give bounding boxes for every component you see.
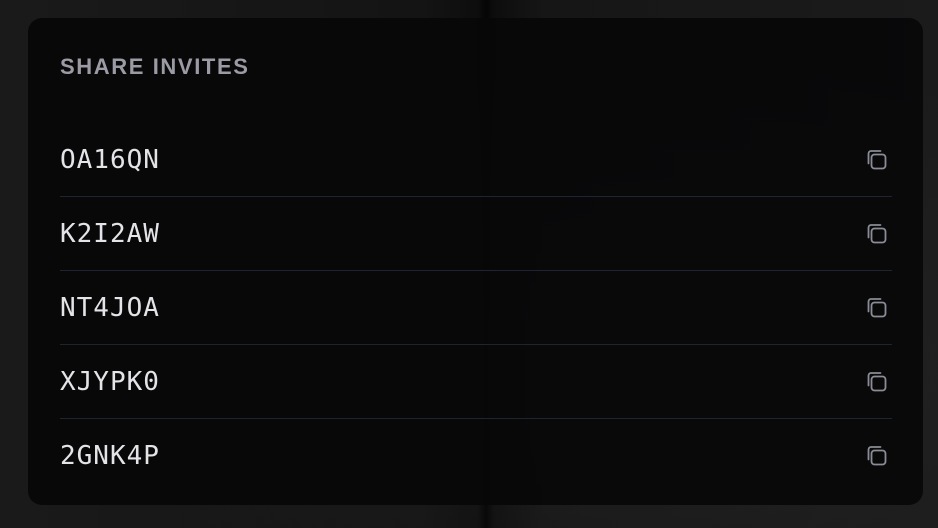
invite-code: XJYPK0 — [60, 366, 160, 397]
copy-invite-button[interactable] — [860, 291, 894, 325]
copy-icon — [867, 446, 887, 466]
invite-row: 2GNK4P — [60, 419, 892, 493]
invite-row: K2I2AW — [60, 197, 892, 271]
copy-icon — [867, 223, 887, 243]
copy-invite-button[interactable] — [860, 217, 894, 251]
copy-invite-button[interactable] — [860, 365, 894, 399]
copy-icon — [867, 371, 887, 391]
invite-row: NT4JOA — [60, 271, 892, 345]
copy-invite-button[interactable] — [860, 143, 894, 177]
invite-list: OA16QN K2I2AW NT4JOA XJYPK0 2GNK4P — [60, 123, 892, 493]
copy-icon — [867, 149, 887, 169]
invite-row: XJYPK0 — [60, 345, 892, 419]
invite-row: OA16QN — [60, 123, 892, 197]
invite-code: NT4JOA — [60, 292, 160, 323]
invite-code: 2GNK4P — [60, 441, 160, 471]
invite-code: OA16QN — [60, 144, 160, 175]
panel-title: SHARE INVITES — [60, 54, 250, 79]
copy-icon — [867, 297, 887, 317]
copy-invite-button[interactable] — [860, 439, 894, 473]
invite-code: K2I2AW — [60, 218, 160, 249]
share-invites-panel: SHARE INVITES OA16QN K2I2AW NT4JOA XJYPK… — [28, 18, 923, 505]
